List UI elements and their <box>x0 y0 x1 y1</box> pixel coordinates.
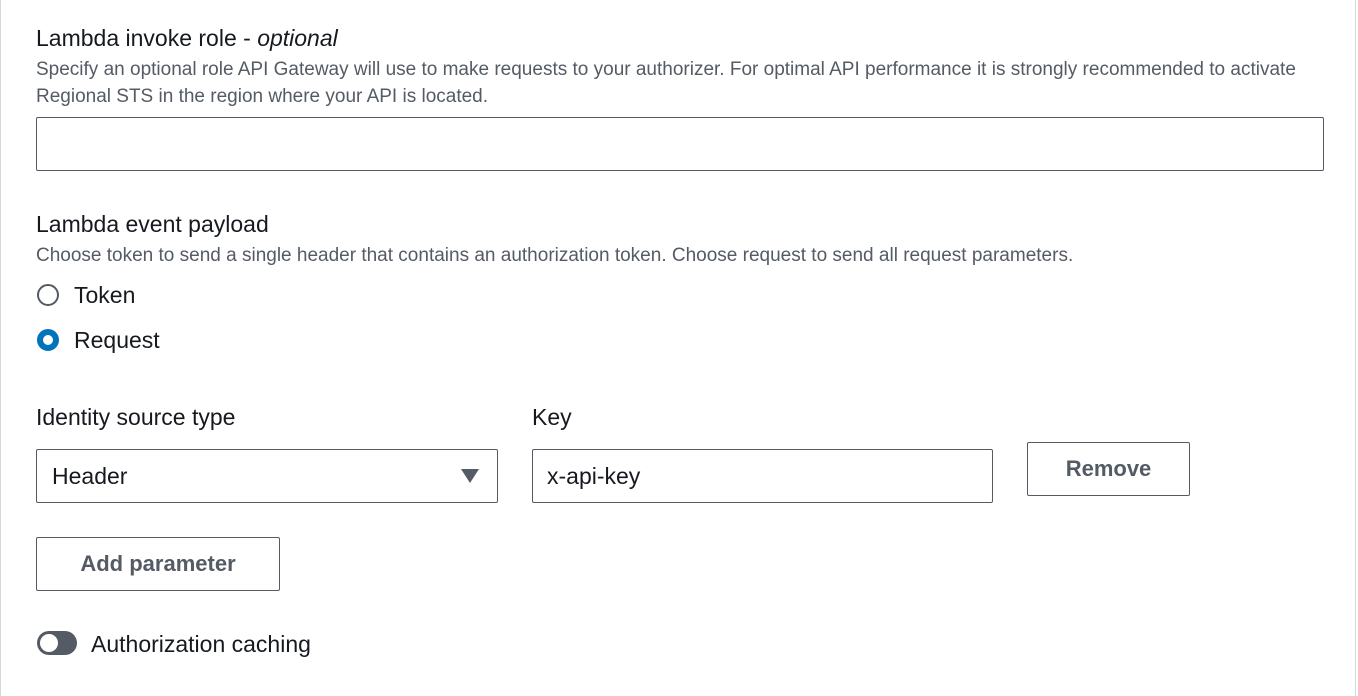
identity-source-type-value: Header <box>52 462 128 489</box>
invoke-role-input[interactable] <box>36 117 1324 171</box>
event-payload-label: Lambda event payload <box>36 211 269 237</box>
identity-source-type-label: Identity source type <box>36 404 236 430</box>
key-input[interactable] <box>532 449 993 503</box>
authorizer-form-panel: Lambda invoke role - optional Specify an… <box>0 0 1356 696</box>
invoke-role-label-text: Lambda invoke role - <box>36 25 258 51</box>
key-label: Key <box>532 404 572 430</box>
radio-token-unchecked-icon[interactable] <box>37 284 59 306</box>
add-parameter-button[interactable]: Add parameter <box>36 537 280 591</box>
remove-button[interactable]: Remove <box>1027 442 1190 496</box>
radio-request-checked-icon[interactable] <box>37 329 59 351</box>
identity-source-type-select[interactable]: Header <box>36 449 498 503</box>
authorization-caching-toggle[interactable] <box>37 631 77 655</box>
radio-option-request-label: Request <box>74 327 160 353</box>
invoke-role-label: Lambda invoke role - optional <box>36 24 338 52</box>
radio-option-token[interactable]: Token <box>37 281 135 309</box>
radio-option-request[interactable]: Request <box>37 326 160 354</box>
invoke-role-optional-tag: optional <box>257 25 338 51</box>
radio-option-token-label: Token <box>74 282 136 308</box>
event-payload-description: Choose token to send a single header tha… <box>36 245 1074 266</box>
authorization-caching-label: Authorization caching <box>91 631 311 657</box>
invoke-role-description: Specify an optional role API Gateway wil… <box>36 59 1296 107</box>
toggle-knob <box>40 634 58 652</box>
caret-down-icon <box>461 469 479 483</box>
